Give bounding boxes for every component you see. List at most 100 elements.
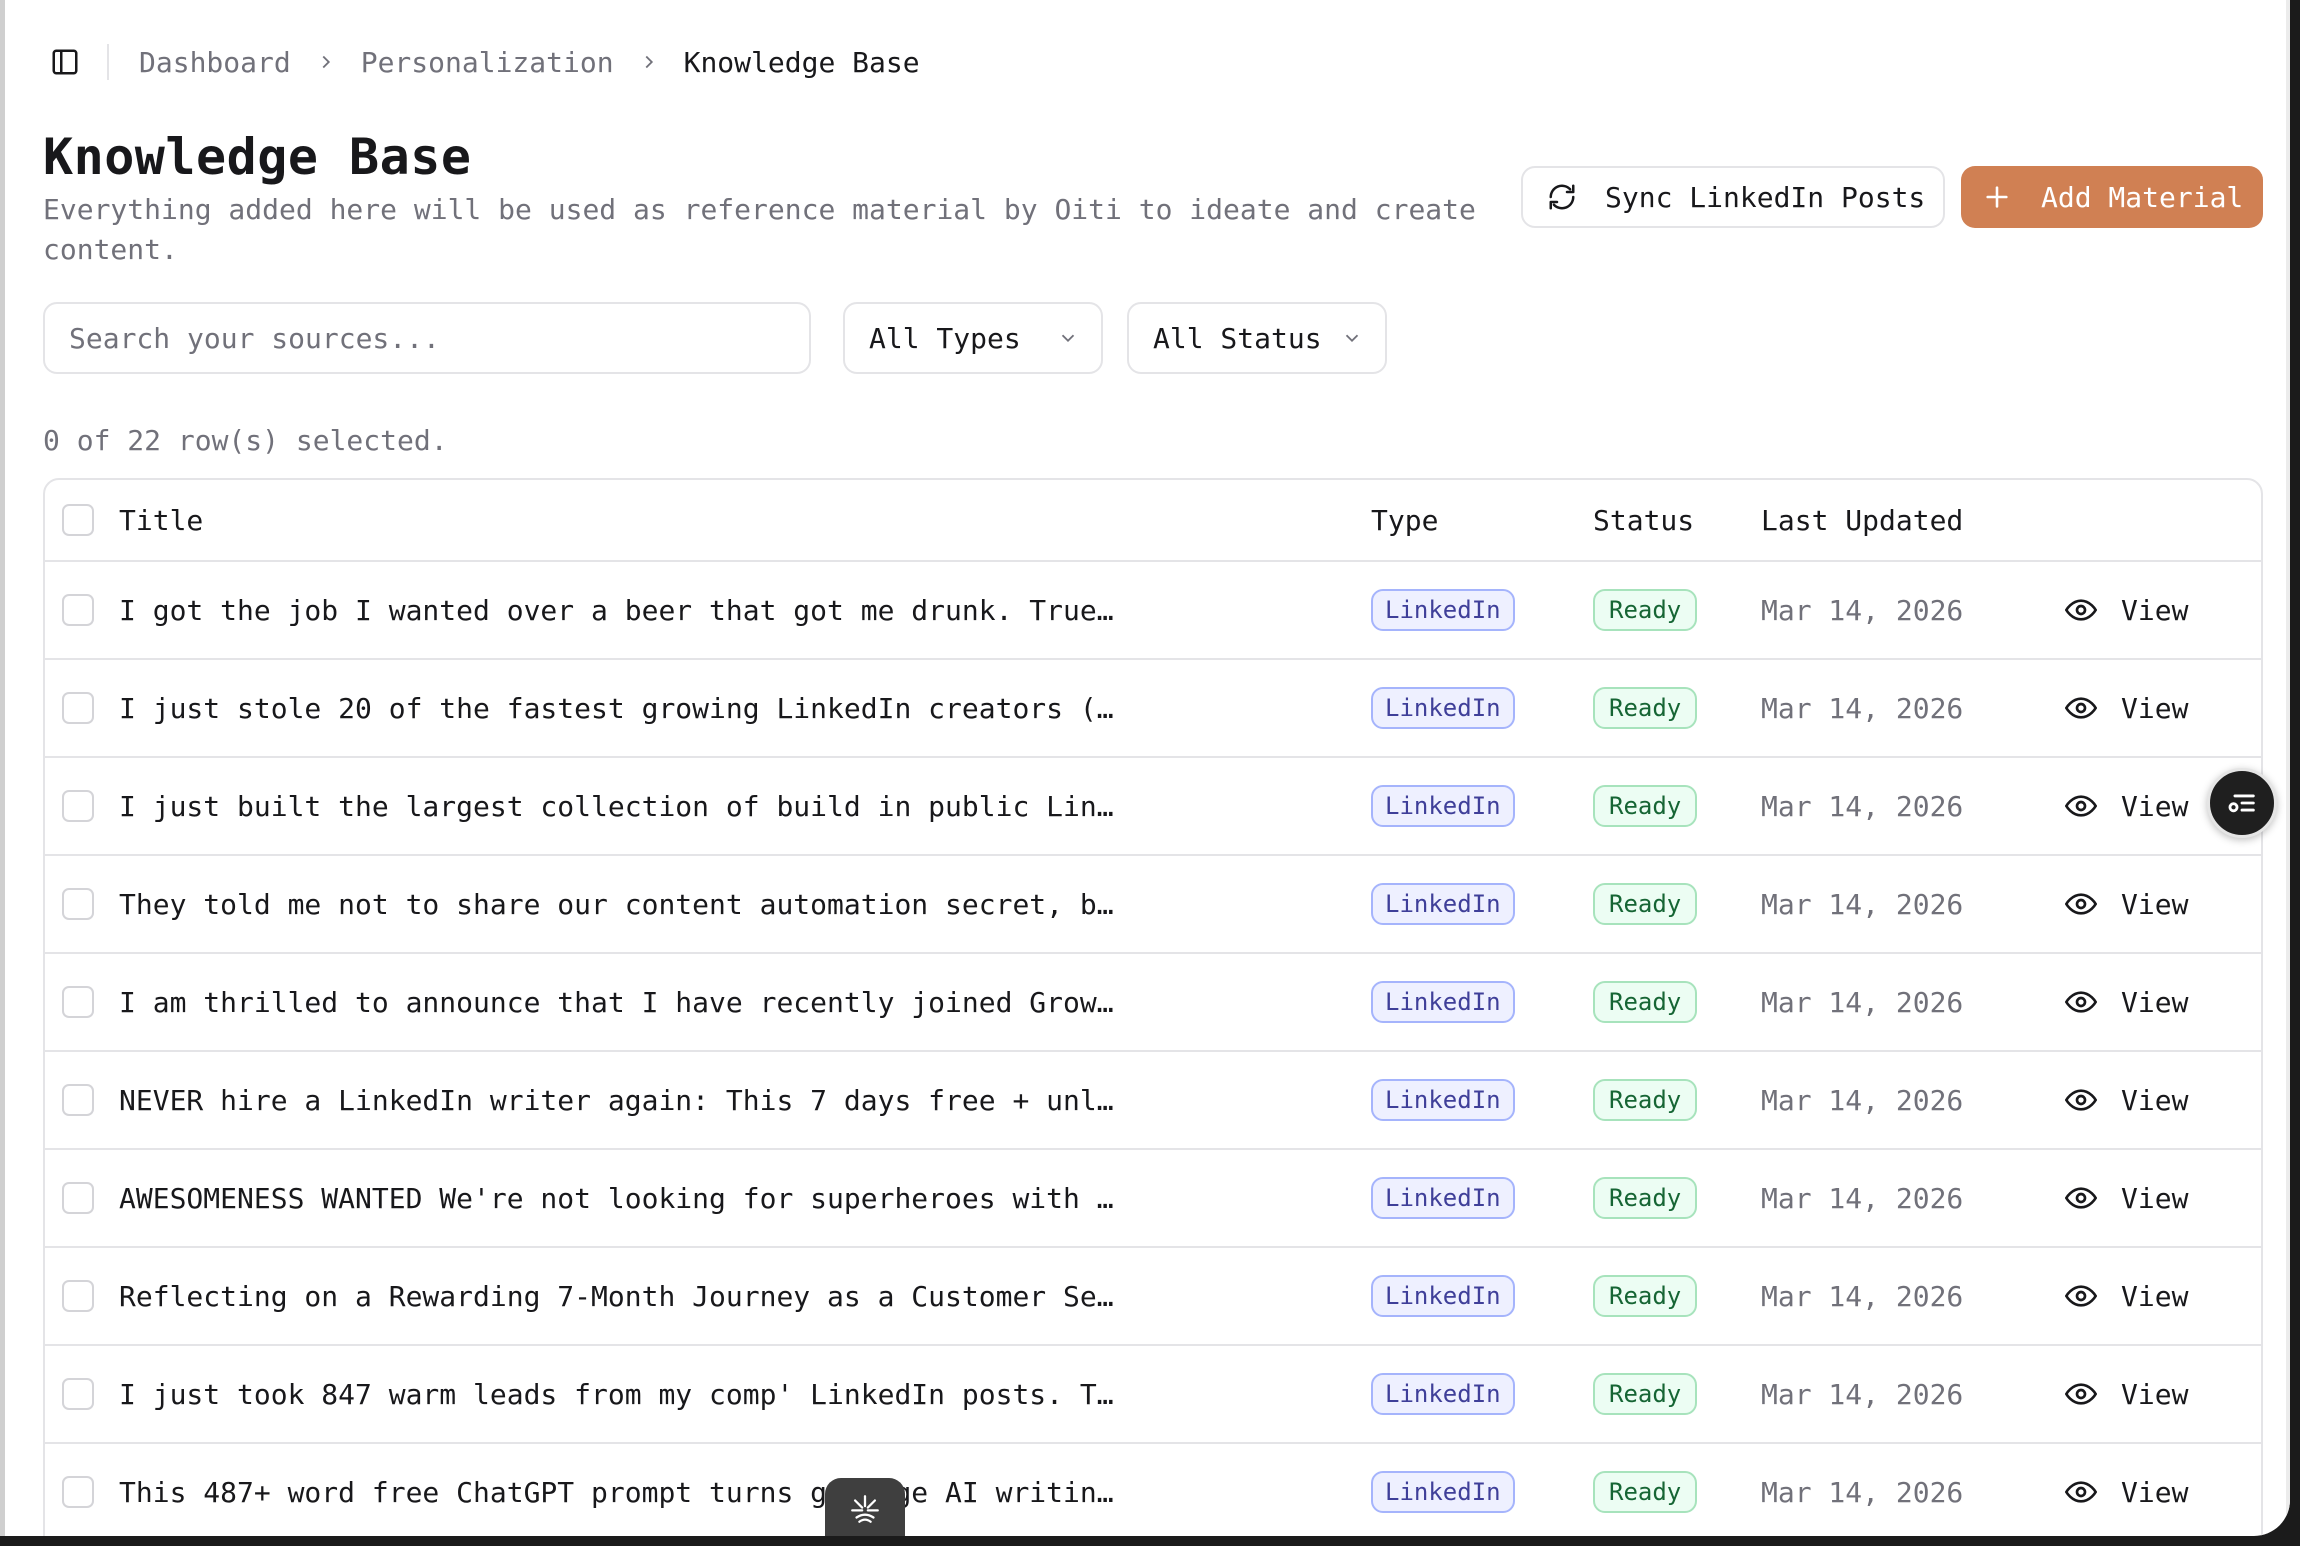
row-check-cell [61,758,95,854]
row-type-cell: LinkedIn [1371,954,1571,1050]
chevron-down-icon [1345,334,1359,343]
selection-count: 0 of 22 row(s) selected. [43,424,448,457]
dock-handle[interactable] [825,1478,905,1536]
select-all-checkbox[interactable] [62,504,94,536]
row-checkbox[interactable] [62,1476,94,1508]
status-badge: Ready [1593,785,1698,827]
status-badge: Ready [1593,1177,1698,1219]
status-filter-value: All Status [1153,321,1322,355]
add-label: Add Material [2041,180,2244,214]
row-title: They told me not to share our content au… [119,887,1114,921]
breadcrumb: Dashboard Personalization Knowledge Base [139,46,920,79]
eye-icon [2065,1285,2097,1307]
row-status-cell: Ready [1593,1346,1753,1442]
view-button[interactable]: View [2065,856,2215,952]
type-badge: LinkedIn [1371,687,1515,729]
view-label: View [2121,887,2189,921]
view-button[interactable]: View [2065,562,2215,658]
row-checkbox[interactable] [62,1182,94,1214]
type-filter-select[interactable]: All Types [843,302,1103,374]
row-check-cell [61,1346,95,1442]
sync-linkedin-button[interactable]: Sync LinkedIn Posts [1521,166,1945,228]
row-type-cell: LinkedIn [1371,856,1571,952]
scrollbar[interactable] [2286,0,2290,1536]
row-checkbox[interactable] [62,790,94,822]
view-button[interactable]: View [2065,660,2215,756]
table-row: I just built the largest collection of b… [45,758,2261,856]
table-row: NEVER hire a LinkedIn writer again: This… [45,1052,2261,1150]
row-status-cell: Ready [1593,1248,1753,1344]
row-check-cell [61,1150,95,1246]
view-button[interactable]: View [2065,1248,2215,1344]
row-date: Mar 14, 2026 [1761,1181,1964,1215]
column-type[interactable]: Type [1371,480,1571,560]
row-check-cell [61,856,95,952]
sidebar-toggle-button[interactable] [45,42,85,82]
row-title: This 487+ word free ChatGPT prompt turns… [119,1475,1114,1509]
row-checkbox[interactable] [62,986,94,1018]
row-date: Mar 14, 2026 [1761,691,1964,725]
breadcrumb-knowledge-base: Knowledge Base [683,45,920,79]
divider [107,44,109,80]
row-title: I just stole 20 of the fastest growing L… [119,691,1114,725]
search-input[interactable] [43,302,811,374]
status-badge: Ready [1593,883,1698,925]
view-label: View [2121,1475,2189,1509]
table-row: I am thrilled to announce that I have re… [45,954,2261,1052]
row-checkbox[interactable] [62,1378,94,1410]
row-check-cell [61,660,95,756]
type-badge: LinkedIn [1371,1373,1515,1415]
row-check-cell [61,1248,95,1344]
view-label: View [2121,789,2189,823]
row-title: NEVER hire a LinkedIn writer again: This… [119,1083,1114,1117]
row-date: Mar 14, 2026 [1761,1279,1964,1313]
column-last-updated[interactable]: Last Updated [1761,480,2001,560]
view-button[interactable]: View [2065,954,2215,1050]
view-button[interactable]: View [2065,758,2215,854]
type-badge: LinkedIn [1371,785,1515,827]
row-type-cell: LinkedIn [1371,1052,1571,1148]
table-row: I just took 847 warm leads from my comp'… [45,1346,2261,1444]
eye-icon [2065,991,2097,1013]
floating-list-button[interactable] [2207,768,2277,838]
column-title[interactable]: Title [119,480,1179,560]
view-button[interactable]: View [2065,1052,2215,1148]
type-badge: LinkedIn [1371,1275,1515,1317]
view-label: View [2121,1181,2189,1215]
chevron-right-icon [638,51,660,73]
sync-label: Sync LinkedIn Posts [1605,180,1926,214]
view-button[interactable]: View [2065,1346,2215,1442]
burst-icon [851,1495,879,1523]
app-window: Dashboard Personalization Knowledge Base… [0,0,2290,1536]
eye-icon [2065,1187,2097,1209]
status-filter-select[interactable]: All Status [1127,302,1387,374]
row-type-cell: LinkedIn [1371,758,1571,854]
row-checkbox[interactable] [62,1280,94,1312]
row-status-cell: Ready [1593,660,1753,756]
view-button[interactable]: View [2065,1150,2215,1246]
row-check-cell [61,954,95,1050]
row-title: I got the job I wanted over a beer that … [119,593,1114,627]
row-type-cell: LinkedIn [1371,660,1571,756]
breadcrumb-personalization[interactable]: Personalization [361,46,614,79]
chevron-down-icon [1061,334,1075,343]
chevron-right-icon [315,51,337,73]
column-status[interactable]: Status [1593,480,1753,560]
row-checkbox[interactable] [62,692,94,724]
breadcrumb-dashboard[interactable]: Dashboard [139,46,291,79]
plus-icon [1986,186,2008,208]
row-check-cell [61,1052,95,1148]
row-date: Mar 14, 2026 [1761,1475,1964,1509]
row-checkbox[interactable] [62,888,94,920]
row-checkbox[interactable] [62,1084,94,1116]
row-status-cell: Ready [1593,1444,1753,1536]
row-date: Mar 14, 2026 [1761,789,1964,823]
view-button[interactable]: View [2065,1444,2215,1536]
view-label: View [2121,1083,2189,1117]
type-badge: LinkedIn [1371,1471,1515,1513]
row-date: Mar 14, 2026 [1761,1083,1964,1117]
add-material-button[interactable]: Add Material [1961,166,2263,228]
view-label: View [2121,593,2189,627]
row-checkbox[interactable] [62,594,94,626]
table-header: Title Type Status Last Updated [45,480,2261,562]
